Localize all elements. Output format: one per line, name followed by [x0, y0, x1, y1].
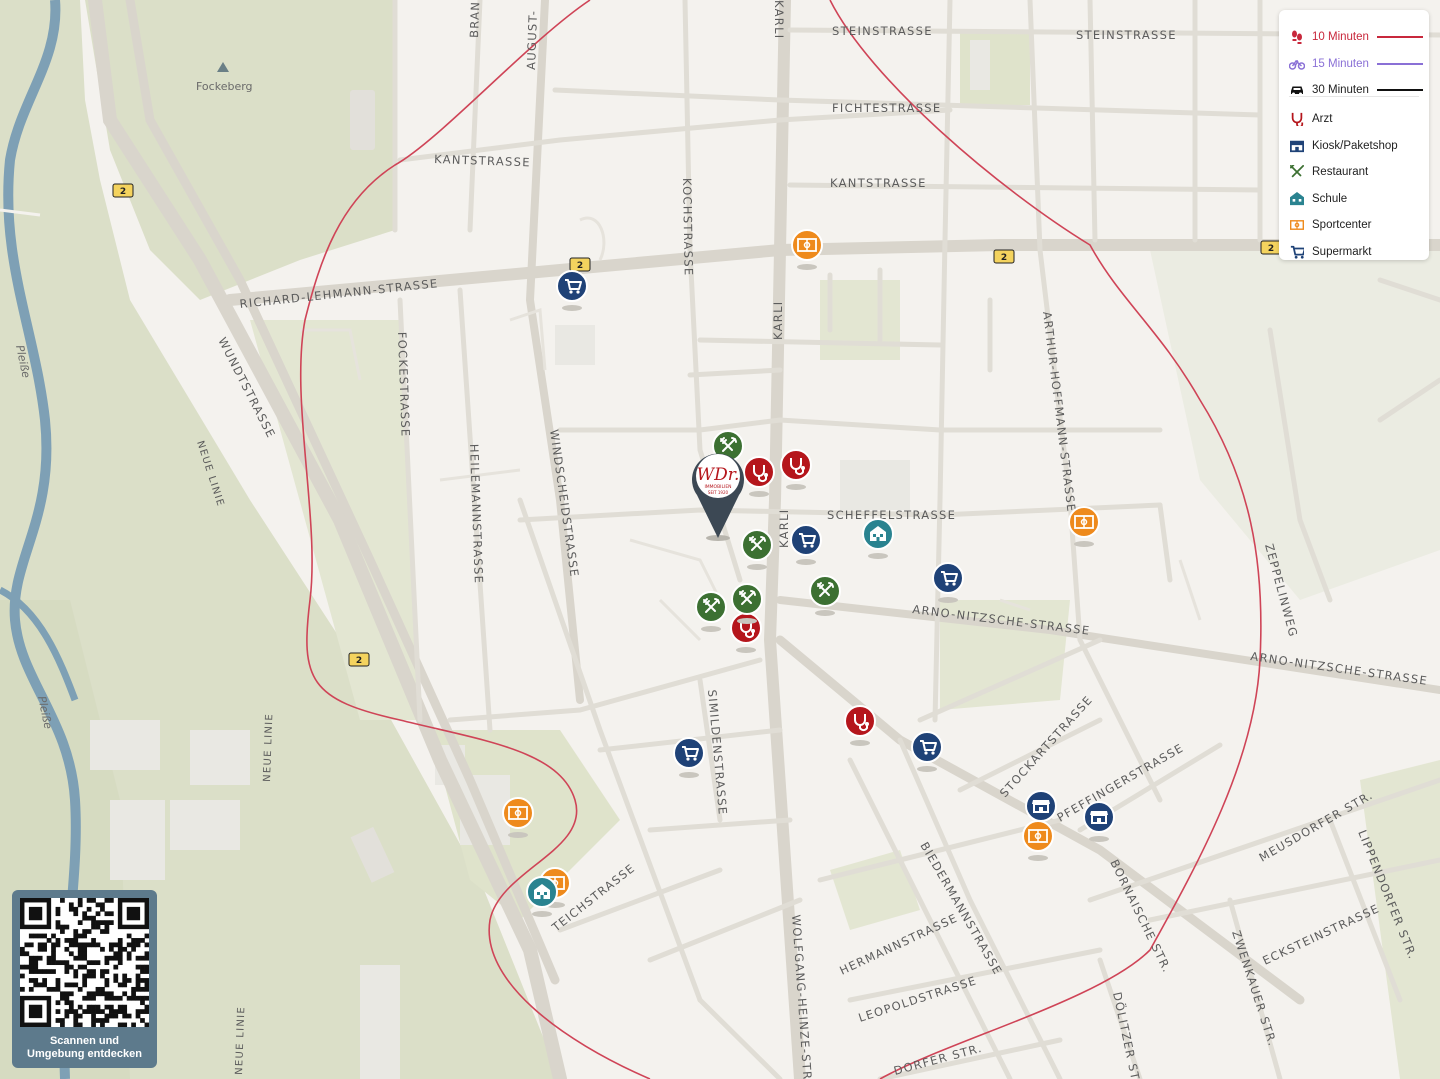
street-label: STEINSTRASSE	[832, 24, 933, 38]
sport-icon	[1289, 217, 1305, 233]
legend-row-arzt[interactable]: Arzt	[1289, 109, 1423, 129]
stethoscope-icon	[1289, 111, 1305, 127]
street-label: KOCHSTRASSE	[680, 178, 696, 277]
legend-row-30-min[interactable]: 30 Minuten	[1289, 80, 1423, 100]
street-label: STEINSTRASSE	[1076, 28, 1177, 42]
legend-label: Kiosk/Paketshop	[1312, 140, 1398, 152]
cutlery-icon	[1289, 164, 1305, 180]
pin-logo-text: WDr.	[697, 465, 740, 485]
route-number: 2	[356, 656, 362, 666]
route-number: 2	[577, 261, 583, 271]
bike-icon	[1289, 56, 1305, 72]
qr-caption: Scannen und Umgebung entdecken	[12, 1035, 157, 1061]
qr-caption-line1: Scannen und	[49, 1035, 120, 1047]
street-label: SCHEFFELSTRASSE	[827, 508, 956, 522]
legend-label: Sportcenter	[1312, 219, 1372, 231]
legend-row-kiosk[interactable]: Kiosk/Paketshop	[1289, 136, 1423, 156]
route-number: 2	[1268, 244, 1274, 254]
street-label: AUGUST-	[524, 10, 540, 71]
legend-row-10-min[interactable]: 10 Minuten	[1289, 27, 1423, 47]
route-number: 2	[120, 187, 126, 197]
qr-code[interactable]	[20, 898, 150, 1028]
legend-row-sportcenter[interactable]: Sportcenter	[1289, 215, 1423, 235]
legend-label: 30 Minuten	[1312, 84, 1369, 96]
street-label: KARLI	[772, 0, 786, 40]
street-label: KANTSTRASSE	[830, 176, 927, 190]
legend-label: Arzt	[1312, 113, 1333, 125]
street-label: FICHTESTRASSE	[832, 101, 941, 115]
qr-caption-line2: Umgebung entdecken	[27, 1048, 142, 1060]
legend-label: 15 Minuten	[1312, 58, 1369, 70]
legend-label: 10 Minuten	[1312, 31, 1369, 43]
route-number: 2	[1001, 253, 1007, 263]
street-label: BRAND	[467, 0, 483, 38]
legend-line	[1376, 89, 1423, 91]
cart-icon	[1289, 244, 1305, 260]
school-icon	[1289, 191, 1305, 207]
legend-line	[1376, 36, 1423, 38]
pin-logo-est: SEIT 1920	[708, 490, 729, 495]
legend-label: Schule	[1312, 193, 1348, 205]
qr-code-panel[interactable]: Scannen und Umgebung entdecken	[12, 890, 157, 1068]
legend-row-15-min[interactable]: 15 Minuten	[1289, 54, 1423, 74]
street-label: KARLI	[777, 509, 791, 549]
legend-divider	[1289, 96, 1419, 97]
legend-label: Restaurant	[1312, 166, 1369, 178]
legend-row-supermarkt[interactable]: Supermarkt	[1289, 242, 1423, 262]
map-canvas[interactable]: STEINSTRASSE STEINSTRASSE FICHTESTRASSE …	[0, 0, 1440, 1079]
walk-icon	[1289, 29, 1305, 45]
shop-icon	[1289, 138, 1305, 154]
legend-label: Supermarkt	[1312, 246, 1372, 258]
qr-code-image	[20, 898, 150, 1028]
street-label: KARLI	[771, 301, 785, 341]
legend-row-restaurant[interactable]: Restaurant	[1289, 162, 1423, 182]
legend-row-schule[interactable]: Schule	[1289, 189, 1423, 209]
map-legend: 10 Minuten 15 Minuten 30 Minuten Arzt Ki…	[1279, 10, 1429, 260]
legend-line	[1376, 63, 1423, 65]
place-label: Fockeberg	[196, 80, 253, 93]
